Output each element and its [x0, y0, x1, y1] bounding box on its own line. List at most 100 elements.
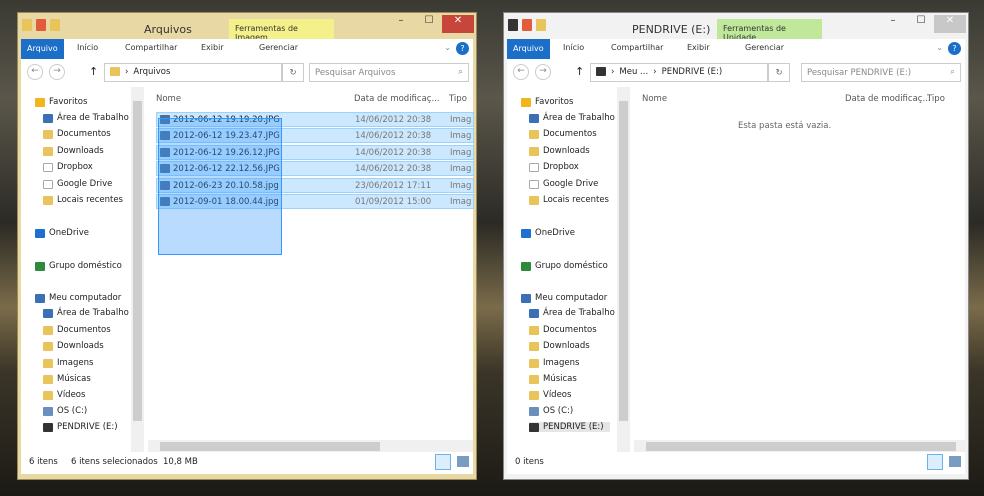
nav-item[interactable]: Músicas [529, 374, 577, 384]
nav-item[interactable]: Meu computador [35, 293, 121, 303]
column-header-date[interactable]: Data de modificaç... [354, 94, 440, 104]
help-icon[interactable]: ? [456, 42, 469, 55]
nav-item[interactable]: Músicas [43, 374, 91, 384]
maximize-button[interactable]: ☐ [908, 15, 934, 33]
nav-item[interactable]: Locais recentes [43, 195, 123, 205]
search-input[interactable]: Pesquisar PENDRIVE (E:) ⌕ [801, 63, 961, 82]
nav-item[interactable]: Locais recentes [529, 195, 609, 205]
large-icons-view-button[interactable] [457, 456, 469, 467]
scroll-thumb[interactable] [619, 101, 628, 421]
selected-count: 6 itens selecionados [71, 457, 158, 467]
drive-icon[interactable] [508, 19, 518, 31]
nav-item[interactable]: Área de Trabalho [43, 308, 129, 318]
address-bar[interactable]: › Meu ... › PENDRIVE (E:) [590, 63, 768, 82]
breadcrumb-item[interactable]: PENDRIVE (E:) [662, 67, 723, 77]
refresh-button[interactable]: ↻ [282, 63, 304, 82]
ribbon-expand-chevron[interactable]: ⌄ [936, 43, 943, 52]
scroll-thumb[interactable] [646, 442, 956, 451]
close-button[interactable]: ✕ [934, 15, 966, 33]
nav-item[interactable]: Grupo doméstico [35, 261, 122, 271]
tab-exibir[interactable]: Exibir [687, 43, 710, 52]
search-input[interactable]: Pesquisar Arquivos ⌕ [309, 63, 469, 82]
quick-access-toolbar[interactable] [508, 19, 568, 33]
breadcrumb-separator: › [653, 66, 657, 77]
nav-icon [521, 293, 531, 303]
drive-icon[interactable] [22, 19, 32, 31]
tab-gerenciar[interactable]: Gerenciar [745, 43, 784, 52]
details-view-button[interactable] [927, 454, 943, 470]
scroll-thumb[interactable] [133, 101, 142, 421]
forward-button[interactable]: → [535, 64, 551, 80]
tab-gerenciar[interactable]: Gerenciar [259, 43, 298, 52]
nav-item[interactable]: Favoritos [35, 97, 87, 107]
ribbon-expand-chevron[interactable]: ⌄ [444, 43, 451, 52]
nav-item[interactable]: Google Drive [43, 179, 112, 189]
breadcrumb-item[interactable]: Meu ... [619, 67, 648, 77]
minimize-button[interactable]: – [388, 15, 414, 33]
properties-icon[interactable] [36, 19, 46, 31]
nav-item[interactable]: Documentos [529, 325, 597, 335]
nav-item[interactable]: PENDRIVE (E:) [529, 422, 610, 432]
new-folder-icon[interactable] [536, 19, 546, 31]
tab-início[interactable]: Início [563, 43, 584, 52]
nav-item[interactable]: Downloads [43, 341, 104, 351]
column-header-name[interactable]: Nome [156, 94, 181, 104]
new-folder-icon[interactable] [50, 19, 60, 31]
properties-icon[interactable] [522, 19, 532, 31]
nav-item[interactable]: Downloads [529, 341, 590, 351]
nav-item[interactable]: Favoritos [521, 97, 573, 107]
nav-item[interactable]: Documentos [43, 325, 111, 335]
nav-item[interactable]: Vídeos [43, 390, 85, 400]
drive-icon [596, 67, 606, 76]
up-button[interactable]: ↑ [87, 63, 101, 82]
nav-item[interactable]: Área de Trabalho [43, 113, 129, 123]
refresh-button[interactable]: ↻ [768, 63, 790, 82]
back-button[interactable]: ← [27, 64, 43, 80]
nav-label: PENDRIVE (E:) [57, 422, 118, 432]
column-header-type[interactable]: Tipo [927, 94, 945, 104]
large-icons-view-button[interactable] [949, 456, 961, 467]
address-bar[interactable]: › Arquivos [104, 63, 282, 82]
nav-item[interactable]: OS (C:) [43, 406, 87, 416]
nav-vertical-scrollbar[interactable] [617, 87, 630, 453]
tab-arquivo[interactable]: Arquivo [507, 39, 550, 59]
tab-exibir[interactable]: Exibir [201, 43, 224, 52]
close-button[interactable]: ✕ [442, 15, 474, 33]
nav-item[interactable]: Google Drive [529, 179, 598, 189]
nav-item[interactable]: Dropbox [529, 162, 579, 172]
tab-arquivo[interactable]: Arquivo [21, 39, 64, 59]
nav-item[interactable]: Grupo doméstico [521, 261, 608, 271]
scroll-thumb[interactable] [160, 442, 380, 451]
quick-access-toolbar[interactable] [22, 19, 82, 33]
nav-item[interactable]: OneDrive [521, 228, 575, 238]
nav-item[interactable]: Meu computador [521, 293, 607, 303]
column-header-type[interactable]: Tipo [449, 94, 467, 104]
nav-item[interactable]: Área de Trabalho [529, 113, 615, 123]
breadcrumb-item[interactable]: Arquivos [133, 67, 170, 77]
nav-item[interactable]: PENDRIVE (E:) [43, 422, 118, 432]
column-header-date[interactable]: Data de modificaç... [845, 94, 931, 104]
maximize-button[interactable]: ☐ [416, 15, 442, 33]
nav-item[interactable]: Downloads [529, 146, 590, 156]
tab-compartilhar[interactable]: Compartilhar [125, 43, 177, 52]
nav-item[interactable]: Documentos [529, 129, 597, 139]
nav-item[interactable]: Imagens [43, 358, 93, 368]
nav-item[interactable]: Área de Trabalho [529, 308, 615, 318]
help-icon[interactable]: ? [948, 42, 961, 55]
nav-item[interactable]: Vídeos [529, 390, 571, 400]
tab-compartilhar[interactable]: Compartilhar [611, 43, 663, 52]
back-button[interactable]: ← [513, 64, 529, 80]
column-header-name[interactable]: Nome [642, 94, 667, 104]
nav-item[interactable]: Dropbox [43, 162, 93, 172]
minimize-button[interactable]: – [880, 15, 906, 33]
nav-item[interactable]: OneDrive [35, 228, 89, 238]
nav-item[interactable]: Downloads [43, 146, 104, 156]
nav-item[interactable]: Imagens [529, 358, 579, 368]
details-view-button[interactable] [435, 454, 451, 470]
up-button[interactable]: ↑ [573, 63, 587, 82]
tab-início[interactable]: Início [77, 43, 98, 52]
nav-item[interactable]: Documentos [43, 129, 111, 139]
nav-vertical-scrollbar[interactable] [131, 87, 144, 453]
forward-button[interactable]: → [49, 64, 65, 80]
nav-item[interactable]: OS (C:) [529, 406, 573, 416]
